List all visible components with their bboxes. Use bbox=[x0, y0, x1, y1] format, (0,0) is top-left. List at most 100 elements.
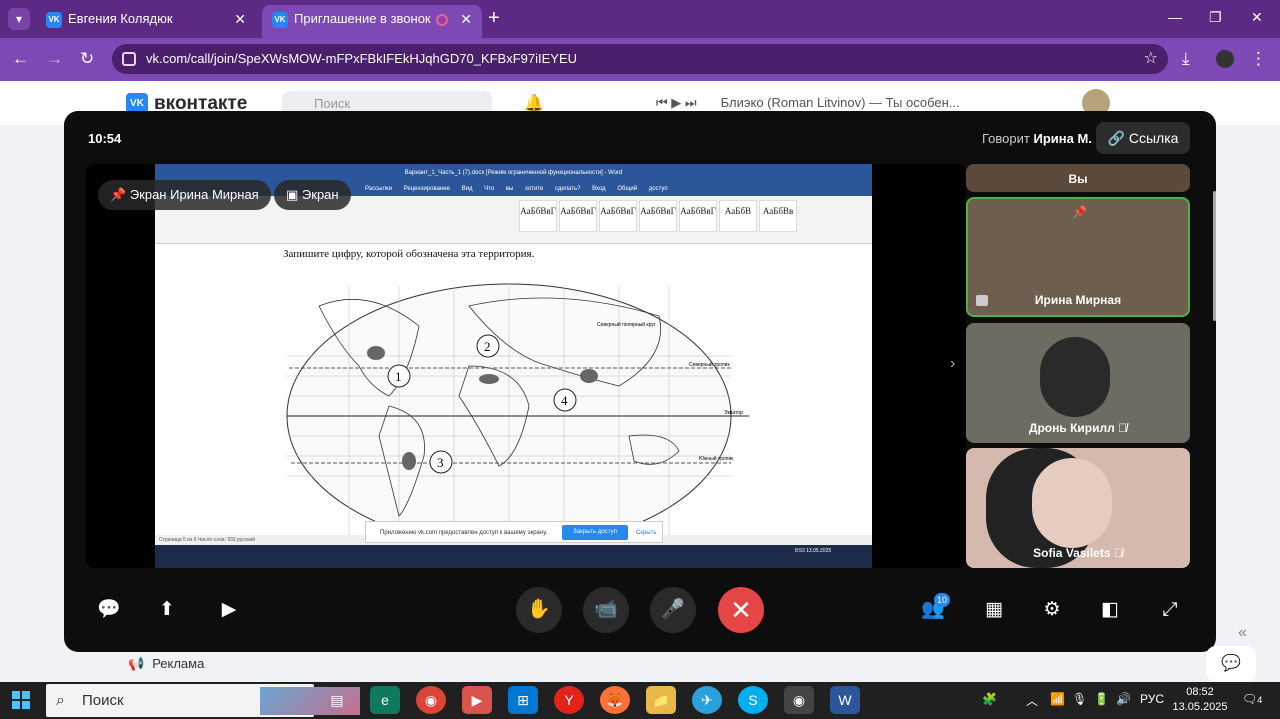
ads-label: Реклама bbox=[152, 656, 205, 671]
battery-icon[interactable]: 🔋 bbox=[1094, 692, 1109, 706]
edge-icon[interactable]: e bbox=[370, 686, 400, 714]
share-screen-button[interactable]: ⬆ bbox=[144, 587, 190, 633]
broadcast-button[interactable]: ▶ bbox=[206, 587, 252, 633]
call-link-button[interactable]: 🔗 Ссылка bbox=[1096, 122, 1190, 154]
language-indicator[interactable]: РУС bbox=[1140, 692, 1164, 706]
shared-clock: 8:53 13.05.2025 bbox=[795, 548, 832, 554]
style-box: АаБбВвГ bbox=[519, 200, 557, 232]
participant-name-text: Дронь Кирилл bbox=[1028, 421, 1115, 435]
hide-notification-link[interactable]: Скрыть bbox=[636, 522, 656, 544]
share-screen-icon: ⬆ bbox=[159, 599, 175, 620]
taskbar-search[interactable]: ⌕ Поиск bbox=[46, 684, 360, 717]
label-south-tropic: Южный тропик bbox=[699, 455, 734, 462]
word-title: Вариант_1_Часть_1 (7).docx [Режим ограни… bbox=[155, 164, 872, 182]
participant-tile-kirill[interactable]: Дронь Кирилл 🎙̸ bbox=[966, 323, 1190, 443]
camera-button[interactable]: 📹 bbox=[583, 587, 629, 633]
collapse-icon[interactable]: « bbox=[1238, 624, 1247, 642]
vk-search-placeholder: Поиск bbox=[314, 96, 351, 111]
chevron-up-icon[interactable]: ︿ bbox=[1026, 692, 1038, 709]
shared-screen-view[interactable]: Вариант_1_Часть_1 (7).docx [Режим ограни… bbox=[86, 164, 966, 568]
taskbar-search-label: Поиск bbox=[82, 692, 124, 709]
wifi-icon[interactable]: 📶 bbox=[1050, 692, 1065, 706]
tab-search-button[interactable]: ▾ bbox=[8, 8, 30, 30]
telegram-icon[interactable]: ✈ bbox=[692, 686, 722, 714]
browser-menu-icon[interactable]: ⋮ bbox=[1250, 49, 1267, 69]
tray-app-icon[interactable]: 🧩 bbox=[982, 692, 997, 706]
chrome-active-icon[interactable]: ◉ bbox=[784, 686, 814, 714]
screen-pill[interactable]: ▣ Экран bbox=[274, 180, 351, 210]
chevron-right-icon[interactable]: › bbox=[950, 355, 955, 373]
new-tab-button[interactable]: + bbox=[488, 7, 500, 30]
region-4-hatch bbox=[580, 369, 598, 383]
url-text: vk.com/call/join/SpeXWsMOW-mFPxFBkIFEkHJ… bbox=[146, 51, 578, 66]
site-info-icon[interactable] bbox=[122, 52, 136, 66]
vk-favicon-icon: VK bbox=[272, 11, 288, 28]
participant-face bbox=[1032, 458, 1112, 548]
marker-4: 4 bbox=[561, 393, 568, 408]
settings-button[interactable]: ⚙ bbox=[1029, 587, 1075, 633]
participant-name: Вы bbox=[1068, 172, 1088, 186]
chrome-icon[interactable]: ◉ bbox=[416, 686, 446, 714]
now-playing-text: Блиэко (Roman Litvinov) — Ты особен... bbox=[720, 95, 960, 110]
vk-ads-link[interactable]: 📢 Реклама bbox=[128, 656, 204, 672]
notifications-center-icon[interactable]: 🗨4 bbox=[1242, 692, 1262, 706]
word-icon[interactable]: W bbox=[830, 686, 860, 714]
fullscreen-button[interactable]: ⤢ bbox=[1147, 587, 1193, 633]
label-equator: Экватор bbox=[724, 410, 743, 416]
reload-button[interactable]: ↻ bbox=[80, 49, 94, 69]
style-box: АаБбВв bbox=[759, 200, 797, 232]
vk-player[interactable]: ⏮ ▶ ⏭ Блиэко (Roman Litvinov) — Ты особен… bbox=[656, 95, 960, 111]
url-field[interactable]: vk.com/call/join/SpeXWsMOW-mFPxFBkIFEkHJ… bbox=[112, 44, 1168, 74]
taskbar-clock[interactable]: 08:52 13.05.2025 bbox=[1168, 685, 1232, 715]
bookmark-star-icon[interactable]: ☆ bbox=[1144, 44, 1158, 74]
maximize-button[interactable]: ❐ bbox=[1209, 9, 1222, 26]
tab-title: Евгения Колядюк bbox=[68, 11, 173, 26]
firefox-icon[interactable]: 🦊 bbox=[600, 686, 630, 714]
participant-tile-sofia[interactable]: Sofia Vasilets 🎙̸ bbox=[966, 448, 1190, 568]
close-tab-icon[interactable]: ✕ bbox=[460, 5, 472, 33]
task-view-icon[interactable]: ▤ bbox=[322, 686, 352, 714]
picture-in-picture-button[interactable]: ◧ bbox=[1087, 587, 1133, 633]
browser-tab-1[interactable]: VK Евгения Колядюк ✕ bbox=[36, 5, 256, 38]
browser-tab-2[interactable]: VK Приглашение в звонок ✕ bbox=[262, 5, 482, 38]
profile-avatar[interactable] bbox=[1216, 50, 1234, 68]
windows-taskbar: ⌕ Поиск ▤ e ◉ ▶ ⊞ Y 🦊 📁 ✈ S ◉ W 🧩 ︿ 📶 🎙 … bbox=[0, 682, 1280, 719]
fullscreen-icon: ⤢ bbox=[1162, 599, 1178, 620]
notifications-bell-icon[interactable]: 🔔 bbox=[524, 93, 544, 113]
speaker-icon[interactable]: 🔊 bbox=[1116, 692, 1131, 706]
word-document-page: Запишите цифру, которой обозначена эта т… bbox=[219, 244, 799, 538]
mic-muted-icon: 🎙̸ bbox=[1113, 546, 1123, 560]
style-box: АаБбВвГ bbox=[679, 200, 717, 232]
participant-tile-irina[interactable]: 📌 Ирина Мирная bbox=[966, 197, 1190, 317]
pinned-screen-pill[interactable]: 📌 Экран Ирина Мирная bbox=[98, 180, 271, 210]
store-icon[interactable]: ⊞ bbox=[508, 686, 538, 714]
raise-hand-button[interactable]: ✋ bbox=[516, 587, 562, 633]
mic-tray-icon[interactable]: 🎙 bbox=[1072, 692, 1087, 706]
media-player-icon[interactable]: ▶ bbox=[462, 686, 492, 714]
chat-button[interactable]: 💬 bbox=[86, 587, 132, 633]
start-button[interactable] bbox=[12, 691, 30, 709]
minimize-button[interactable]: — bbox=[1168, 9, 1182, 25]
skype-icon[interactable]: S bbox=[738, 686, 768, 714]
chat-bubble-button[interactable]: 💬 bbox=[1206, 646, 1256, 682]
browser-tab-strip: ▾ VK Евгения Колядюк ✕ VK Приглашение в зв… bbox=[0, 0, 1280, 38]
participant-tile-you[interactable]: Вы bbox=[966, 164, 1190, 192]
stop-sharing-button[interactable]: Закрыть доступ bbox=[562, 525, 628, 540]
end-call-button[interactable]: ✕ bbox=[718, 587, 764, 633]
close-window-button[interactable]: ✕ bbox=[1251, 9, 1263, 26]
pinned-screen-label: Экран Ирина Мирная bbox=[129, 187, 259, 202]
close-tab-icon[interactable]: ✕ bbox=[234, 5, 246, 33]
call-link-label: Ссылка bbox=[1128, 130, 1179, 146]
back-button[interactable]: ← bbox=[12, 49, 29, 69]
file-explorer-icon[interactable]: 📁 bbox=[646, 686, 676, 714]
label-arctic-circle: Северный полярный круг bbox=[597, 321, 656, 328]
download-icon[interactable]: ⤓ bbox=[1182, 49, 1190, 69]
microphone-button[interactable]: 🎤 bbox=[650, 587, 696, 633]
forward-button[interactable]: → bbox=[46, 49, 63, 69]
speaking-prefix: Говорит bbox=[982, 131, 1030, 146]
yandex-browser-icon[interactable]: Y bbox=[554, 686, 584, 714]
participants-button[interactable]: 👥 10 bbox=[910, 587, 956, 633]
grid-view-button[interactable]: ▦ bbox=[971, 587, 1017, 633]
label-north-tropic: Северный тропик bbox=[689, 361, 730, 368]
participants-scrollbar[interactable] bbox=[1213, 191, 1216, 321]
